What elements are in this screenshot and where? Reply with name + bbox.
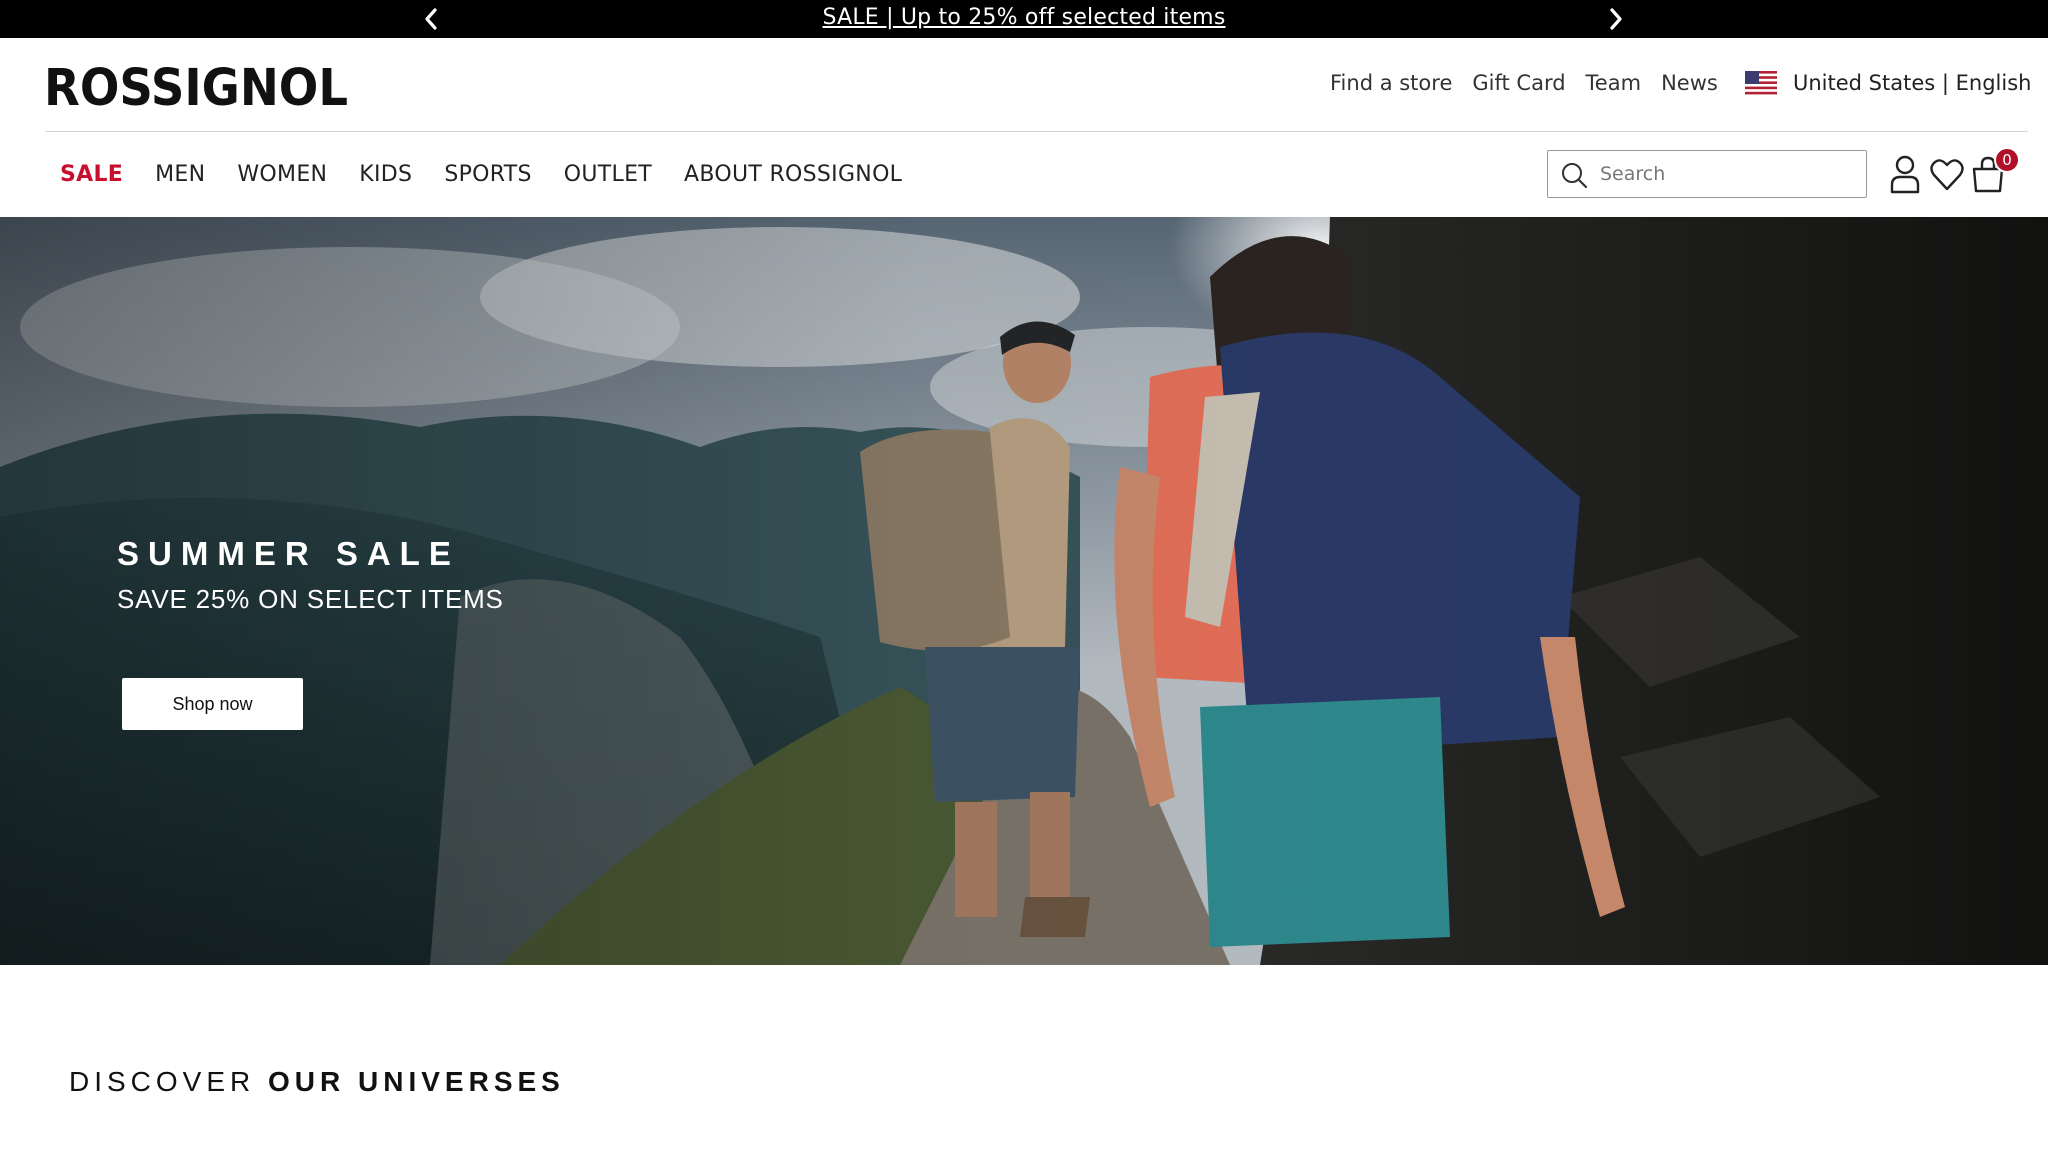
svg-text:ROSSIGNOL: ROSSIGNOL xyxy=(44,59,348,112)
nav-item-about[interactable]: ABOUT ROSSIGNOL xyxy=(684,162,902,187)
promo-bar: SALE | Up to 25% off selected items xyxy=(0,0,2048,38)
heart-icon[interactable] xyxy=(1929,154,1965,194)
rossignol-logo[interactable]: ROSSIGNOL xyxy=(44,56,350,112)
news-link[interactable]: News xyxy=(1661,71,1718,95)
us-flag-icon xyxy=(1745,71,1777,95)
nav-item-men[interactable]: MEN xyxy=(155,162,205,187)
nav-item-sale[interactable]: SALE xyxy=(60,162,123,187)
discover-heading: DISCOVER OUR UNIVERSES xyxy=(69,1066,565,1098)
find-store-link[interactable]: Find a store xyxy=(1330,71,1452,95)
utility-nav: Find a store Gift Card Team News xyxy=(1330,66,1738,100)
locale-selector[interactable]: United States | English xyxy=(1745,66,2031,100)
header-divider xyxy=(46,131,2028,132)
search-icon[interactable] xyxy=(1560,161,1588,189)
team-link[interactable]: Team xyxy=(1586,71,1642,95)
cart-count-badge: 0 xyxy=(1994,147,2020,173)
discover-heading-bold: OUR UNIVERSES xyxy=(268,1066,565,1097)
discover-heading-light: DISCOVER xyxy=(69,1066,269,1097)
user-icon[interactable] xyxy=(1887,154,1923,194)
chevron-right-icon[interactable] xyxy=(1603,7,1627,31)
hero-title: SUMMER SALE xyxy=(117,535,460,572)
hero-subtitle: SAVE 25% ON SELECT ITEMS xyxy=(117,584,504,614)
locale-label: United States | English xyxy=(1793,71,2032,95)
search-input[interactable] xyxy=(1600,159,1856,189)
promo-link[interactable]: SALE | Up to 25% off selected items xyxy=(0,4,2048,32)
nav-item-kids[interactable]: KIDS xyxy=(359,162,412,187)
search-box[interactable] xyxy=(1547,150,1867,198)
main-nav: SALE MEN WOMEN KIDS SPORTS OUTLET ABOUT … xyxy=(60,156,934,192)
nav-item-sports[interactable]: SPORTS xyxy=(444,162,531,187)
shop-now-button[interactable]: Shop now xyxy=(122,678,303,730)
hero-banner[interactable]: SUMMER SALE SAVE 25% ON SELECT ITEMS Sho… xyxy=(0,217,2048,965)
nav-item-outlet[interactable]: OUTLET xyxy=(564,162,652,187)
gift-card-link[interactable]: Gift Card xyxy=(1472,71,1565,95)
nav-item-women[interactable]: WOMEN xyxy=(237,162,327,187)
